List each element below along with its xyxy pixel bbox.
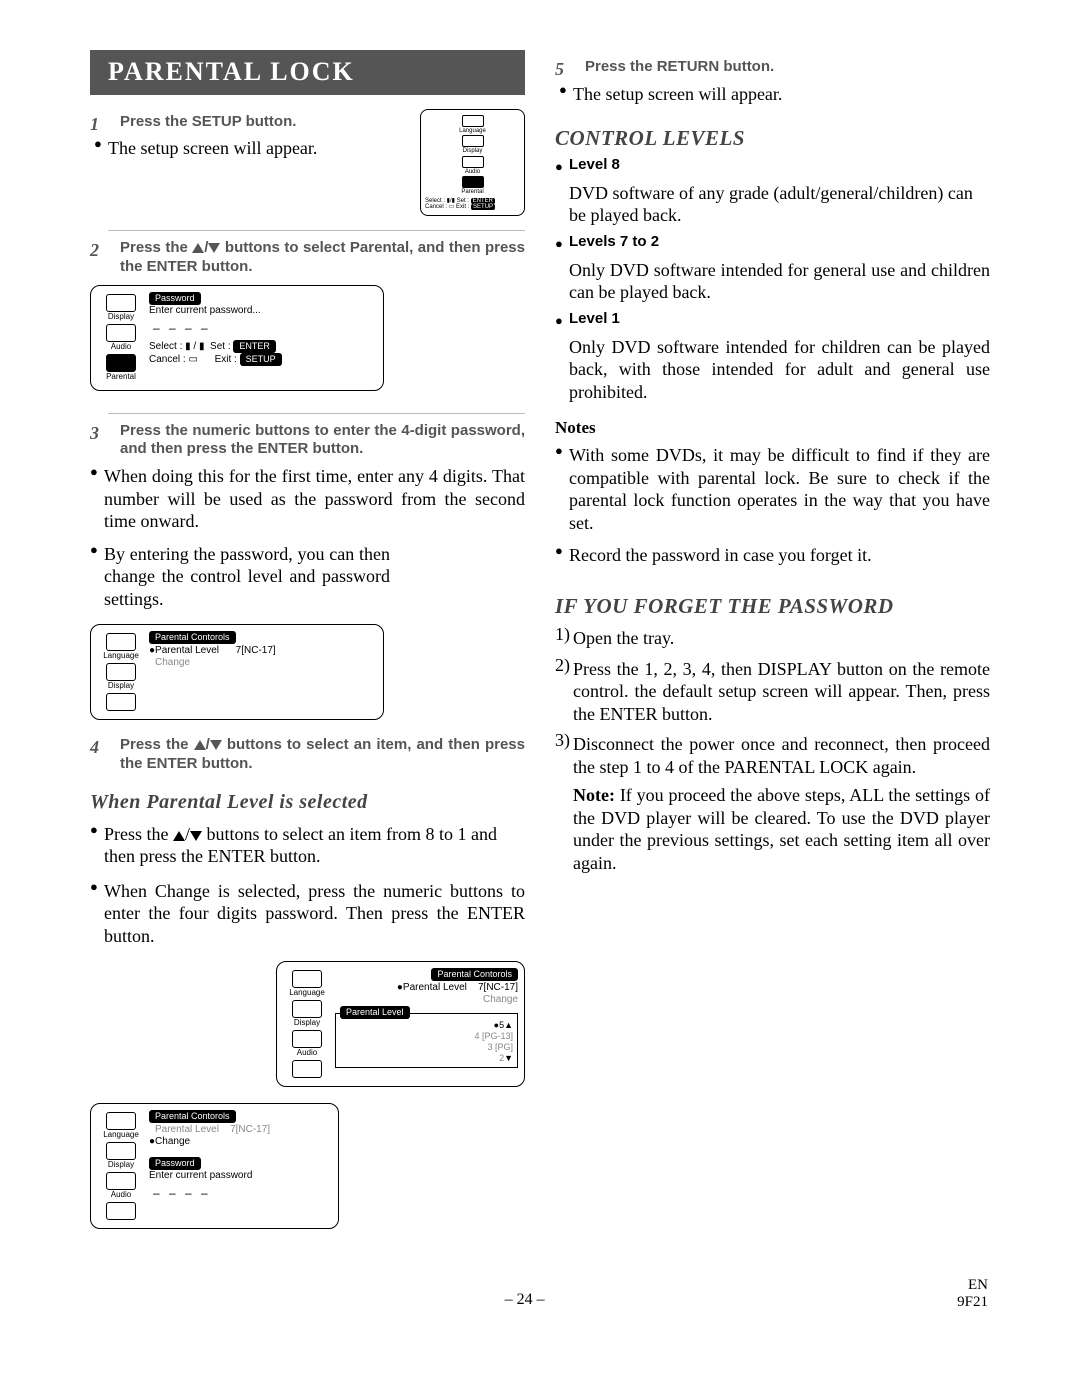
body-text: DVD software of any grade (adult/general… (569, 182, 990, 227)
bullet-icon: ● (559, 79, 573, 110)
bullet-icon: ● (94, 133, 108, 164)
subheading-forgot-password: IF YOU FORGET THE PASSWORD (555, 593, 990, 619)
footer-lang: EN (957, 1277, 988, 1294)
page-footer: – 24 – EN 9F21 (90, 1277, 990, 1310)
bullet-icon: ● (90, 819, 104, 872)
list-number: 3) (555, 729, 573, 782)
osd-level-select: Language Display Audio Parental Contorol… (276, 961, 525, 1087)
step-1: 1 Press the SETUP button. (90, 113, 412, 132)
list-number: 1) (555, 623, 573, 654)
down-arrow-icon (190, 831, 202, 841)
body-text: Only DVD software intended for general u… (569, 259, 990, 304)
down-arrow-icon (208, 243, 220, 253)
list-number: 2) (555, 654, 573, 730)
body-text: Press the / buttons to select an item fr… (104, 823, 525, 868)
step-head: Press the RETURN button. (585, 58, 990, 77)
level-8-head: Level 8 (569, 156, 990, 178)
step-number: 5 (555, 58, 564, 81)
body-text: Disconnect the power once and reconnect,… (573, 733, 990, 778)
step-number: 2 (90, 239, 99, 262)
step-head: Press the numeric buttons to enter the 4… (120, 422, 525, 460)
bullet-icon: ● (90, 461, 104, 537)
page-number: – 24 – (505, 1290, 545, 1310)
up-arrow-icon (194, 740, 206, 750)
note-text: With some DVDs, it may be difficult to f… (569, 444, 990, 534)
body-text: When Change is selected, press the numer… (104, 880, 525, 948)
step-number: 3 (90, 422, 99, 445)
body-text: The setup screen will appear. (108, 137, 412, 160)
body-text: When doing this for the first time, ente… (104, 465, 525, 533)
osd-parental-controls: Language Display Parental Contorols ●Par… (90, 624, 384, 720)
body-text: The setup screen will appear. (573, 83, 990, 106)
step-2: 2 Press the / buttons to select Parental… (90, 239, 525, 277)
step-3: 3 Press the numeric buttons to enter the… (90, 422, 525, 460)
levels-7-2-head: Levels 7 to 2 (569, 233, 990, 255)
body-text: Press the 1, 2, 3, 4, then DISPLAY butto… (573, 658, 990, 726)
bullet-icon: ● (90, 876, 104, 952)
subheading-parental-level: When Parental Level is selected (90, 790, 525, 815)
osd-setup-screen: Language Display Audio Parental Select :… (420, 109, 525, 217)
step-4: 4 Press the / buttons to select an item,… (90, 736, 525, 774)
up-arrow-icon (192, 243, 204, 253)
osd-password-screen: Display Audio Parental Password Enter cu… (90, 285, 384, 391)
body-text: By entering the password, you can then c… (104, 543, 390, 611)
step-head: Press the / buttons to select Parental, … (120, 239, 525, 277)
notes-heading: Notes (555, 417, 990, 438)
step-number: 4 (90, 736, 99, 759)
body-text: Only DVD software intended for children … (569, 336, 990, 404)
step-number: 1 (90, 113, 99, 136)
bullet-icon: ● (90, 539, 104, 615)
step-head: Press the SETUP button. (120, 113, 412, 132)
down-arrow-icon (210, 740, 222, 750)
step-5: 5 Press the RETURN button. (555, 58, 990, 77)
step-head: Press the / buttons to select an item, a… (120, 736, 525, 774)
up-arrow-icon (173, 831, 185, 841)
level-1-head: Level 1 (569, 310, 990, 332)
subheading-control-levels: CONTROL LEVELS (555, 125, 990, 151)
note-text: Record the password in case you forget i… (569, 544, 990, 567)
note-text: Note: If you proceed the above steps, AL… (573, 784, 990, 874)
body-text: Open the tray. (573, 627, 990, 650)
footer-code: 9F21 (957, 1294, 988, 1311)
section-title: PARENTAL LOCK (90, 50, 525, 95)
osd-change-password: Language Display Audio Parental Contorol… (90, 1103, 339, 1229)
